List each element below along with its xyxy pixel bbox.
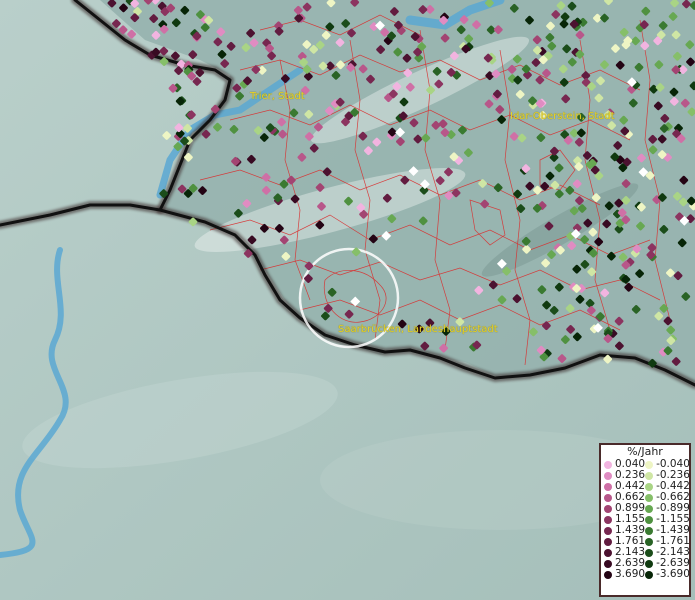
legend-swatch-icon	[604, 460, 612, 469]
legend-swatch-icon	[645, 504, 654, 513]
legend-swatch-icon	[645, 570, 654, 579]
legend-swatch-icon	[645, 515, 654, 524]
legend-swatch-icon	[604, 482, 612, 491]
legend-negative-entry: -3.690	[645, 568, 690, 580]
legend-label: 3.690	[615, 568, 646, 580]
legend-swatch-icon	[604, 515, 612, 524]
legend-swatch-icon	[645, 482, 654, 491]
legend-negative-column: -0.040 -0.236 -0.442 -0.662 -0.899 -1.155 -1.4…	[645, 459, 690, 580]
legend-positive-entry: 3.690	[604, 569, 645, 580]
legend-title: %/Jahr	[627, 445, 663, 458]
legend-swatch-icon	[645, 559, 654, 568]
place-label-idar-oberstein: Idar-Oberstein, Stadt	[510, 111, 615, 122]
legend-swatch-icon	[645, 493, 654, 502]
legend-swatch-icon	[645, 460, 654, 469]
legend-positive-column: 0.040 0.236 0.442 0.662 0.899 1.155 1.439 1.761…	[604, 459, 645, 580]
legend-swatch-icon	[645, 548, 654, 557]
place-label-saarbruecken: Saarbrücken, Landeshauptstadt	[338, 324, 498, 335]
legend-swatch-icon	[604, 548, 612, 557]
legend-swatch-icon	[604, 493, 612, 502]
legend-swatch-icon	[604, 504, 612, 513]
legend-swatch-icon	[604, 537, 612, 546]
map-canvas[interactable]	[0, 0, 695, 600]
legend-label: -3.690	[656, 568, 690, 580]
legend-swatch-icon	[604, 559, 612, 568]
legend: %/Jahr 0.040 0.236 0.442 0.662 0.899 1.155 1.4…	[599, 443, 691, 597]
legend-swatch-icon	[604, 570, 612, 579]
legend-swatch-icon	[645, 526, 654, 535]
legend-swatch-icon	[604, 471, 612, 480]
place-label-trier: Trier, Stadt	[250, 91, 305, 102]
legend-swatch-icon	[645, 471, 654, 480]
legend-swatch-icon	[645, 537, 654, 546]
legend-swatch-icon	[604, 526, 612, 535]
